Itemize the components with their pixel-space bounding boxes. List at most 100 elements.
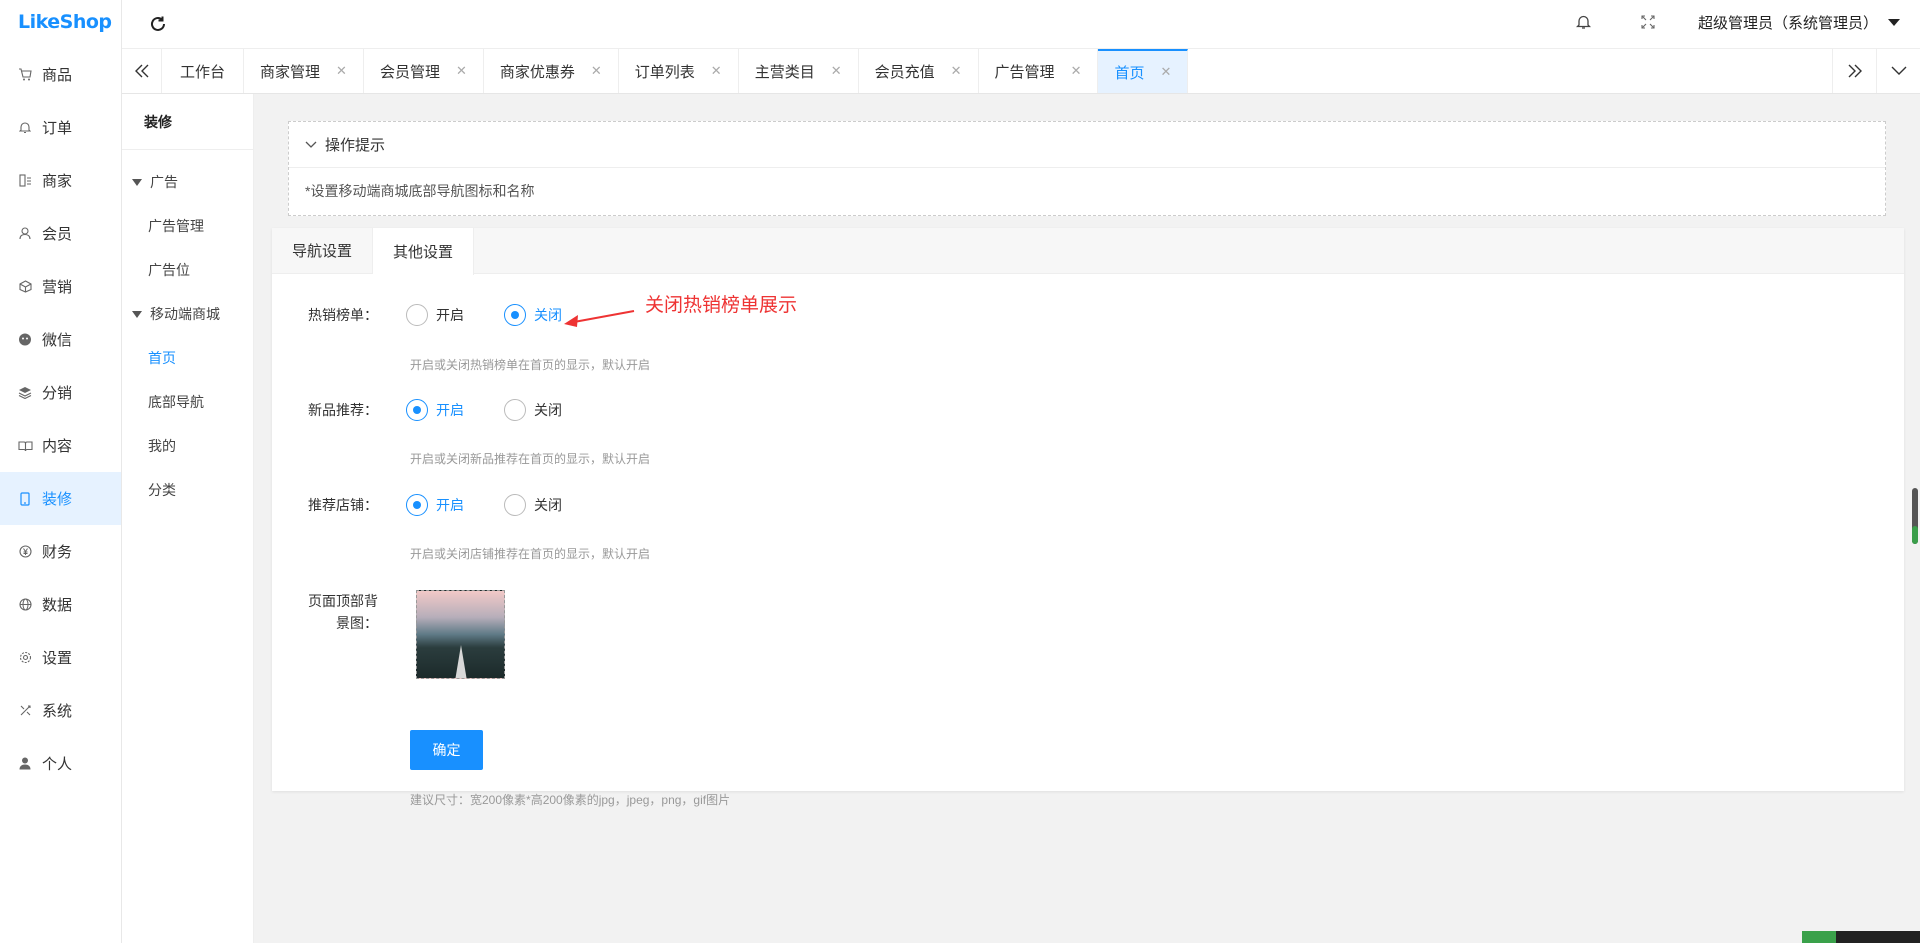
tab-other-settings[interactable]: 其他设置 xyxy=(373,228,475,275)
refresh-icon[interactable] xyxy=(146,12,170,36)
radio-label: 关闭 xyxy=(534,402,562,418)
bg-image-label-line2: 景图： xyxy=(336,615,378,631)
close-icon[interactable]: ✕ xyxy=(711,63,722,79)
recommended-shops-off-radio[interactable]: 关闭 xyxy=(504,494,562,516)
header-right: 超级管理员（系统管理员） xyxy=(1574,0,1900,44)
main-nav: 商品 订单 商家 会员 营销 微信 分销 内容 装修 财务 数据 设置 系统 个… xyxy=(0,48,121,790)
chevron-down-icon xyxy=(305,138,317,152)
subnav-item-homepage[interactable]: 首页 xyxy=(122,336,253,380)
tab-ad-management[interactable]: 广告管理 ✕ xyxy=(979,49,1099,93)
store-icon xyxy=(16,174,34,187)
decoration-subnav: 装修 广告 广告管理 广告位 移动端商城 首页 底部导航 我的 分类 xyxy=(122,94,254,943)
tab-member-management[interactable]: 会员管理 ✕ xyxy=(364,49,484,93)
sidebar-item-goods[interactable]: 商品 xyxy=(0,48,121,101)
radio-circle xyxy=(406,399,428,421)
tab-member-recharge[interactable]: 会员充值 ✕ xyxy=(859,49,979,93)
tab-label: 订单列表 xyxy=(634,63,695,81)
sidebar-item-content[interactable]: 内容 xyxy=(0,419,121,472)
tabs-right-controls xyxy=(1832,49,1920,93)
mobile-icon xyxy=(16,491,34,506)
close-icon[interactable]: ✕ xyxy=(336,63,347,79)
close-icon[interactable]: ✕ xyxy=(1071,63,1082,79)
tabs-scroll-left-icon[interactable] xyxy=(122,49,162,93)
user-icon xyxy=(16,227,34,240)
sidebar-item-merchants[interactable]: 商家 xyxy=(0,154,121,207)
sidebar-item-decoration[interactable]: 装修 xyxy=(0,472,121,525)
subnav-group-label: 移动端商城 xyxy=(150,306,220,322)
page-scrollbar[interactable] xyxy=(1912,488,1918,544)
user-menu[interactable]: 超级管理员（系统管理员） xyxy=(1698,12,1900,33)
recommended-shops-label: 推荐店铺： xyxy=(308,497,378,513)
new-products-label: 新品推荐： xyxy=(308,402,378,418)
tabs-scroll-right-icon[interactable] xyxy=(1832,49,1876,93)
tab-homepage[interactable]: 首页 ✕ xyxy=(1098,49,1189,93)
tabs-dropdown-icon[interactable] xyxy=(1876,49,1920,93)
subnav-item-mine[interactable]: 我的 xyxy=(122,424,253,468)
tips-text: *设置移动端商城底部导航图标和名称 xyxy=(305,183,535,199)
hot-list-on-radio[interactable]: 开启 xyxy=(406,304,464,326)
sidebar-item-label: 微信 xyxy=(42,332,73,349)
caret-down-icon xyxy=(1888,18,1900,26)
close-icon[interactable]: ✕ xyxy=(831,63,842,79)
sidebar-item-members[interactable]: 会员 xyxy=(0,207,121,260)
sidebar-item-orders[interactable]: 订单 xyxy=(0,101,121,154)
tab-nav-settings[interactable]: 导航设置 xyxy=(272,228,374,273)
recommended-shops-on-radio[interactable]: 开启 xyxy=(406,494,464,516)
tab-label: 会员管理 xyxy=(379,63,440,81)
sidebar-item-data[interactable]: 数据 xyxy=(0,578,121,631)
sidebar-item-label: 数据 xyxy=(42,597,73,614)
confirm-button[interactable]: 确定 xyxy=(410,730,483,770)
tab-merchant-management[interactable]: 商家管理 ✕ xyxy=(244,49,364,93)
subnav-group-mobile-mall[interactable]: 移动端商城 xyxy=(122,292,253,336)
close-icon[interactable]: ✕ xyxy=(951,63,962,79)
subnav-item-category[interactable]: 分类 xyxy=(122,468,253,512)
tab-label: 商家优惠券 xyxy=(499,63,575,81)
close-icon[interactable]: ✕ xyxy=(456,63,467,79)
yen-icon xyxy=(16,545,34,558)
subnav-item-bottom-nav[interactable]: 底部导航 xyxy=(122,380,253,424)
sidebar-item-label: 个人 xyxy=(42,756,73,773)
subnav-group-ads[interactable]: 广告 xyxy=(122,160,253,204)
new-products-on-radio[interactable]: 开启 xyxy=(406,399,464,421)
layers-icon xyxy=(16,386,34,399)
subnav-item-ad-management[interactable]: 广告管理 xyxy=(122,204,253,248)
tab-order-list[interactable]: 订单列表 ✕ xyxy=(619,49,739,93)
tools-icon xyxy=(16,704,34,717)
sidebar-item-label: 会员 xyxy=(42,226,73,243)
notification-bell-icon[interactable] xyxy=(1574,14,1594,30)
annotation-arrow-icon xyxy=(564,310,635,327)
tab-label: 会员充值 xyxy=(874,63,935,81)
new-products-hint: 开启或关闭新品推荐在首页的显示，默认开启 xyxy=(410,452,651,466)
sidebar-item-marketing[interactable]: 营销 xyxy=(0,260,121,313)
sidebar-item-label: 营销 xyxy=(42,279,73,296)
sidebar-item-distribution[interactable]: 分销 xyxy=(0,366,121,419)
tab-main-categories[interactable]: 主营类目 ✕ xyxy=(739,49,859,93)
bg-image-upload[interactable] xyxy=(416,590,505,679)
top-header: 超级管理员（系统管理员） xyxy=(122,0,1920,48)
sidebar-item-wechat[interactable]: 微信 xyxy=(0,313,121,366)
tab-label: 工作台 xyxy=(180,63,226,81)
tab-label: 首页 xyxy=(1114,64,1145,82)
hot-list-off-radio[interactable]: 关闭 xyxy=(504,304,562,326)
app-logo[interactable]: LikeShop xyxy=(0,0,121,44)
subnav-item-ad-slots[interactable]: 广告位 xyxy=(122,248,253,292)
sidebar-item-label: 订单 xyxy=(42,120,73,137)
radio-label: 关闭 xyxy=(534,307,562,323)
radio-circle xyxy=(504,494,526,516)
wechat-icon xyxy=(16,333,34,346)
sidebar-item-label: 财务 xyxy=(42,544,73,561)
fullscreen-icon[interactable] xyxy=(1638,15,1658,29)
subnav-title: 装修 xyxy=(122,94,253,150)
tab-merchant-coupons[interactable]: 商家优惠券 ✕ xyxy=(484,49,619,93)
close-icon[interactable]: ✕ xyxy=(1160,64,1171,80)
new-products-off-radio[interactable]: 关闭 xyxy=(504,399,562,421)
close-icon[interactable]: ✕ xyxy=(591,63,602,79)
sidebar-item-system[interactable]: 系统 xyxy=(0,684,121,737)
tab-workbench[interactable]: 工作台 xyxy=(162,49,245,93)
tips-header[interactable]: 操作提示 xyxy=(289,122,1885,168)
sidebar-item-label: 商品 xyxy=(42,67,73,84)
sidebar-item-settings[interactable]: 设置 xyxy=(0,631,121,684)
sidebar-item-finance[interactable]: 财务 xyxy=(0,525,121,578)
triangle-down-icon xyxy=(132,178,142,186)
sidebar-item-personal[interactable]: 个人 xyxy=(0,737,121,790)
